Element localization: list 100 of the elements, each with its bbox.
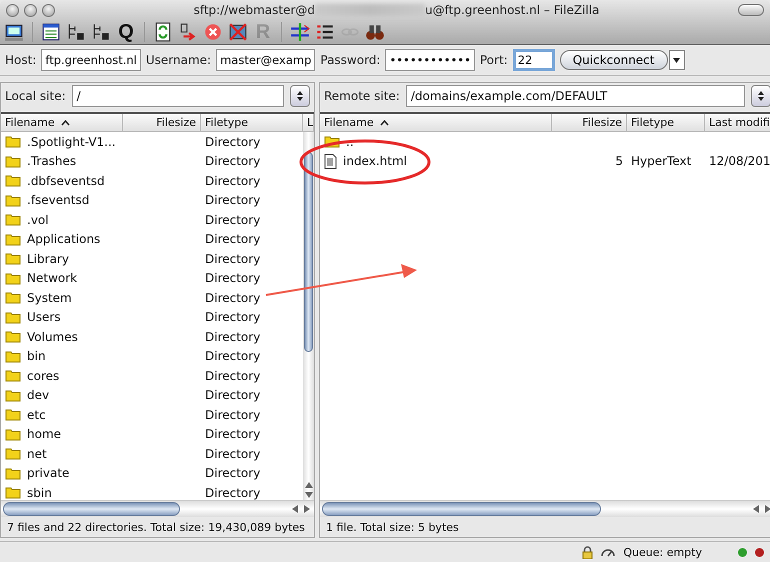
scroll-left-icon[interactable] xyxy=(753,505,759,513)
horizontal-scrollbar[interactable] xyxy=(1,500,314,517)
file-name[interactable]: .Spotlight-V1... xyxy=(1,134,123,149)
file-name[interactable]: .vol xyxy=(1,212,123,227)
file-name[interactable]: dev xyxy=(1,388,123,402)
column-header[interactable]: Filesize xyxy=(552,114,627,131)
arrows-icon[interactable] xyxy=(290,22,310,42)
file-name[interactable]: Users xyxy=(1,310,123,324)
column-header[interactable]: Filetype xyxy=(201,114,303,131)
lock-icon xyxy=(582,546,594,558)
site-label: Remote site: xyxy=(324,89,400,103)
quickconnect-button[interactable]: Quickconnect xyxy=(560,50,668,70)
sort-icon xyxy=(380,120,389,126)
site-label: Local site: xyxy=(5,89,66,103)
file-name[interactable]: private xyxy=(1,466,123,480)
file-name[interactable]: home xyxy=(1,427,123,442)
tree-icon[interactable] xyxy=(91,22,111,42)
window-control[interactable] xyxy=(6,4,19,16)
file-name[interactable]: Applications xyxy=(1,232,123,246)
toolbar-button[interactable]: Q xyxy=(116,22,136,42)
input-field[interactable]: •••••••••••• xyxy=(385,49,475,71)
file-type: Directory xyxy=(205,310,260,324)
cancel-icon[interactable] xyxy=(203,22,223,42)
path-field[interactable]: /domains/example.com/DEFAULT xyxy=(406,85,745,107)
column-header[interactable]: Filesize xyxy=(123,114,201,131)
field-label: Port: xyxy=(480,53,508,67)
file-name[interactable]: Library xyxy=(1,252,123,266)
folder-icon xyxy=(5,330,21,344)
file-type: Directory xyxy=(205,232,260,246)
folder-icon xyxy=(5,310,21,324)
window-title: sftp://webmaster@d xyxy=(194,3,316,17)
file-type: Directory xyxy=(205,388,260,402)
file-type: Directory xyxy=(205,252,260,266)
file-name[interactable]: System xyxy=(1,290,123,305)
file-name[interactable]: Volumes xyxy=(1,330,123,344)
history-stepper[interactable] xyxy=(290,85,310,107)
queue-status: Queue: empty xyxy=(623,546,702,558)
folder-icon xyxy=(5,466,21,480)
input-field[interactable]: master@examp xyxy=(216,49,316,71)
folder-icon xyxy=(5,252,21,266)
file-type: Directory xyxy=(205,271,260,286)
history-stepper[interactable] xyxy=(751,85,770,107)
scroll-down-icon[interactable] xyxy=(304,492,312,498)
computer-icon[interactable] xyxy=(4,22,24,42)
column-header[interactable]: L xyxy=(303,114,314,131)
speed-gauge-icon xyxy=(601,547,616,557)
vertical-scrollbar[interactable] xyxy=(303,132,314,500)
column-header[interactable]: Filename xyxy=(320,114,552,131)
folder-icon xyxy=(5,174,21,188)
column-header[interactable]: Filename xyxy=(1,114,123,131)
disconnect-icon[interactable] xyxy=(228,22,248,42)
folder-icon xyxy=(5,350,21,363)
window-control[interactable] xyxy=(24,4,37,16)
column-header[interactable]: Last modifi xyxy=(705,114,770,131)
file-name[interactable]: etc xyxy=(1,408,123,422)
file-name[interactable]: index.html xyxy=(320,154,552,169)
file-name[interactable]: cores xyxy=(1,368,123,383)
window-control[interactable] xyxy=(42,4,55,16)
field-label: Username: xyxy=(146,53,212,67)
pane-status: 1 file. Total size: 5 bytes xyxy=(325,520,460,536)
file-name[interactable]: bin xyxy=(1,349,123,364)
scroll-right-icon[interactable] xyxy=(304,505,310,513)
window-title: u@ftp.greenhost.nl – FileZilla xyxy=(425,3,600,17)
column-header[interactable]: Filetype xyxy=(627,114,705,131)
path-field[interactable]: / xyxy=(72,85,284,107)
pane-status: 7 files and 22 directories. Total size: 19,430,089 bytes xyxy=(6,520,306,536)
file-type: Directory xyxy=(205,330,260,344)
window-icon[interactable] xyxy=(41,22,61,42)
file-name[interactable]: .Trashes xyxy=(1,154,123,168)
modified-date: 12/08/201 xyxy=(709,154,770,168)
file-name[interactable]: Network xyxy=(1,271,123,286)
file-name[interactable]: .fseventsd xyxy=(1,193,123,208)
input-field[interactable]: 22 xyxy=(512,49,555,71)
file-type: Directory xyxy=(205,368,260,383)
file-type: Directory xyxy=(205,154,260,168)
dropdown-button[interactable] xyxy=(668,50,684,70)
file-name[interactable]: .. xyxy=(320,134,552,149)
file-type: Directory xyxy=(205,193,260,208)
folder-icon xyxy=(5,388,21,402)
file-name[interactable]: sbin xyxy=(1,486,123,500)
folder-icon xyxy=(5,194,21,207)
file-name[interactable]: net xyxy=(1,446,123,461)
sort-icon xyxy=(60,120,70,126)
caret-icon xyxy=(673,58,680,62)
stepper-arrows-icon xyxy=(296,90,304,102)
queue-icon[interactable] xyxy=(178,22,198,42)
horizontal-scrollbar[interactable] xyxy=(320,500,770,517)
refresh-icon[interactable] xyxy=(153,22,173,42)
folder-icon xyxy=(5,213,21,226)
file-name[interactable]: .dbfseventsd xyxy=(1,174,123,188)
folder-icon xyxy=(5,428,21,441)
file-type: Directory xyxy=(205,290,260,305)
scroll-right-icon[interactable] xyxy=(765,505,770,513)
input-field[interactable]: ftp.greenhost.nl xyxy=(41,49,141,71)
scroll-up-icon[interactable] xyxy=(304,482,312,488)
tree-icon[interactable] xyxy=(66,22,86,42)
folder-icon xyxy=(5,369,21,382)
window-button[interactable] xyxy=(738,4,764,16)
folder-icon xyxy=(5,232,21,246)
scroll-left-icon[interactable] xyxy=(292,505,298,513)
